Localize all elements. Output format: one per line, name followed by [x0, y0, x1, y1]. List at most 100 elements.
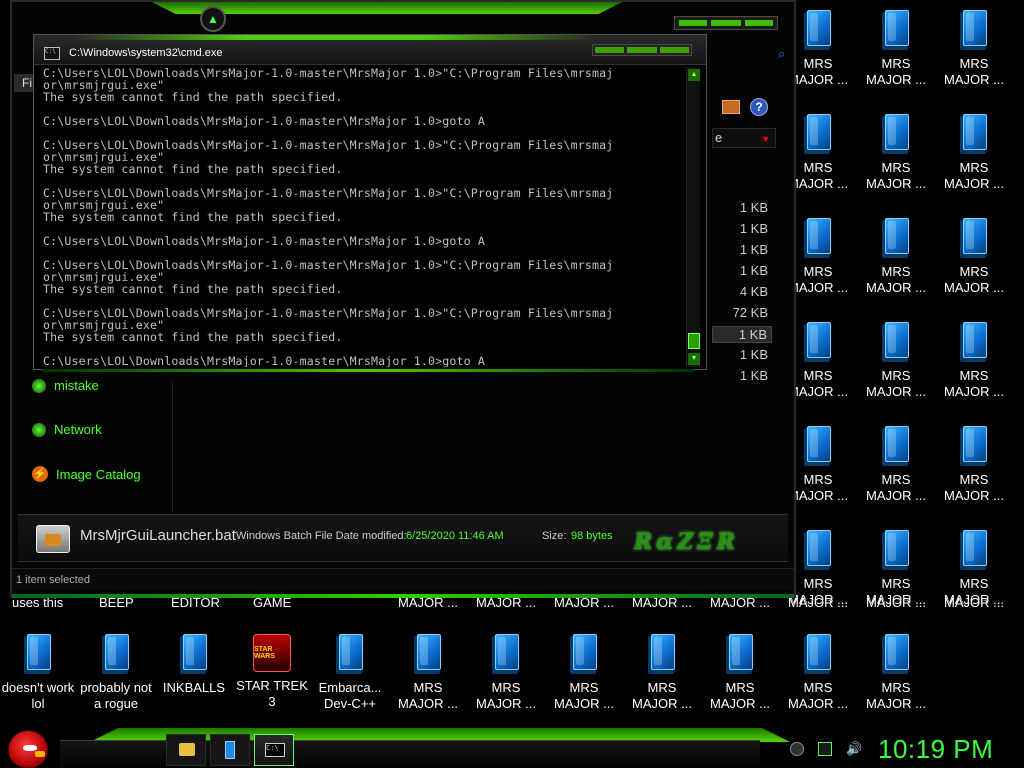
desktop-icon-label: MRS MAJOR ...	[398, 680, 458, 711]
explorer-window-controls[interactable]	[674, 16, 778, 30]
search-icon[interactable]: ⌕	[778, 46, 785, 62]
desktop-icon[interactable]: MRS MAJOR ...	[624, 624, 700, 720]
file-size-cell[interactable]: 1 KB	[712, 368, 772, 383]
desktop-icon[interactable]: MRS MAJOR ...	[780, 624, 856, 720]
start-button[interactable]	[8, 730, 48, 768]
file-size-cell[interactable]: 1 KB	[712, 221, 772, 236]
desktop-icon[interactable]: MRS MAJOR ...	[936, 208, 1012, 304]
console-line: The system cannot find the path specifie…	[43, 282, 343, 296]
clock[interactable]: 10:19 PM	[878, 734, 993, 765]
file-icon	[726, 634, 754, 674]
file-icon	[960, 218, 988, 258]
chevron-down-icon: ▼	[761, 134, 770, 144]
cmd-titlebar[interactable]: C:\ C:\Windows\system32\cmd.exe	[34, 35, 706, 65]
desktop-icon[interactable]: MRS MAJOR ...	[390, 624, 466, 720]
scroll-thumb[interactable]	[688, 333, 700, 349]
maximize-button[interactable]	[627, 47, 657, 53]
file-icon	[336, 634, 364, 674]
desktop-icon-label: MRS MAJOR ...	[554, 680, 614, 711]
desktop-icon[interactable]: MRS MAJOR ...	[936, 312, 1012, 408]
desktop-icon[interactable]: probably not a rogue	[78, 624, 154, 720]
desktop-icon[interactable]: MRS MAJOR ...	[546, 624, 622, 720]
desktop-icon-label: MRS MAJOR ...	[944, 368, 1004, 399]
desktop-icon-label[interactable]: MAJOR ...	[866, 595, 926, 610]
desktop-icon[interactable]: MRS MAJOR ...	[468, 624, 544, 720]
desktop-icon-label[interactable]: MAJOR ...	[788, 595, 848, 610]
batch-file-icon	[36, 525, 70, 553]
console-line: The system cannot find the path specifie…	[43, 210, 343, 224]
close-button[interactable]	[745, 20, 773, 26]
desktop-icon[interactable]: MRS MAJOR ...	[858, 624, 934, 720]
file-icon	[492, 634, 520, 674]
taskbar-explorer-button[interactable]	[166, 734, 206, 766]
file-icon	[570, 634, 598, 674]
minimize-button[interactable]	[679, 20, 707, 26]
close-button[interactable]	[659, 47, 689, 53]
file-icon	[882, 10, 910, 50]
desktop-icon-label: MRS MAJOR ...	[866, 56, 926, 87]
file-icon	[804, 426, 832, 466]
cmd-scrollbar[interactable]: ▲ ▼	[686, 67, 700, 367]
file-size-cell[interactable]: 1 KB	[712, 326, 772, 343]
desktop-icon[interactable]: MRS MAJOR ...	[702, 624, 778, 720]
cmd-window-controls[interactable]	[592, 44, 692, 56]
mail-icon[interactable]	[722, 100, 740, 114]
explorer-bottom-accent	[12, 594, 794, 598]
desktop-icon-label: MRS MAJOR ...	[866, 472, 926, 503]
volume-icon[interactable]: 🔊	[846, 742, 862, 756]
file-size-cell[interactable]: 1 KB	[712, 263, 772, 278]
desktop-icon[interactable]: MRS MAJOR ...	[936, 0, 1012, 96]
desktop-icon[interactable]: MRS MAJOR ...	[858, 104, 934, 200]
desktop-icon[interactable]: MRS MAJOR ...	[936, 104, 1012, 200]
console-output[interactable]: C:\Users\LOL\Downloads\MrsMajor-1.0-mast…	[43, 67, 691, 367]
file-size-cell[interactable]: 1 KB	[712, 200, 772, 215]
file-size-cell[interactable]: 1 KB	[712, 347, 772, 362]
minimize-button[interactable]	[595, 47, 625, 53]
file-icon	[24, 634, 52, 674]
desktop-icon-label: MRS MAJOR ...	[866, 368, 926, 399]
desktop-icon[interactable]: MRS MAJOR ...	[858, 0, 934, 96]
file-icon	[960, 426, 988, 466]
razer-logo: RαZΞR	[634, 529, 740, 555]
desktop-icon[interactable]: MRS MAJOR ...	[858, 208, 934, 304]
pane-divider[interactable]	[172, 382, 173, 512]
desktop-icon-star-trek[interactable]: STAR WARS STAR TREK 3	[234, 624, 310, 720]
sidebar-item-image-catalog[interactable]: ⚡ Image Catalog	[32, 466, 141, 482]
file-size-cell[interactable]: 1 KB	[712, 242, 772, 257]
desktop-icon[interactable]: Embarca... Dev-C++	[312, 624, 388, 720]
file-size-cell[interactable]: 4 KB	[712, 284, 772, 299]
desktop-icon-label: STAR TREK 3	[236, 678, 308, 709]
desktop-icon-label[interactable]: MAJOR ...	[944, 595, 1004, 610]
sidebar-item-label: mistake	[54, 378, 99, 393]
network-tray-icon[interactable]	[818, 742, 832, 756]
desktop-icon-label: probably not a rogue	[80, 680, 152, 711]
sort-dropdown[interactable]: e ▼	[712, 128, 776, 148]
desktop-icon[interactable]: MRS MAJOR ...	[858, 416, 934, 512]
scroll-up-icon[interactable]: ▲	[688, 69, 700, 81]
desktop-icon[interactable]: INKBALLS	[156, 624, 232, 720]
file-icon	[804, 322, 832, 362]
taskbar-bar	[60, 740, 760, 768]
file-icon	[960, 114, 988, 154]
desktop-icon[interactable]: doesn't work lol	[0, 624, 76, 720]
size-label: Size:	[542, 530, 567, 542]
emblem-icon: ▲	[200, 6, 226, 32]
taskbar-file-button[interactable]	[210, 734, 250, 766]
desktop-icon[interactable]: MRS MAJOR ...	[858, 312, 934, 408]
sidebar-item-mistake[interactable]: mistake	[32, 378, 99, 393]
cmd-window[interactable]: C:\ C:\Windows\system32\cmd.exe C:\Users…	[33, 34, 707, 372]
details-pane: MrsMjrGuiLauncher.bat Windows Batch File…	[18, 514, 788, 562]
scroll-down-icon[interactable]: ▼	[688, 353, 700, 365]
desktop-icon[interactable]: MRS MAJOR ...	[936, 416, 1012, 512]
file-icon	[960, 10, 988, 50]
help-icon[interactable]: ?	[750, 98, 768, 116]
maximize-button[interactable]	[711, 20, 741, 26]
game-icon: STAR WARS	[253, 634, 291, 672]
sidebar-item-network[interactable]: Network	[32, 422, 102, 437]
cmd-icon: C:\	[44, 47, 60, 60]
back-arrow-icon[interactable]	[790, 742, 804, 756]
console-line: The system cannot find the path specifie…	[43, 90, 343, 104]
desktop-icon-label: MRS MAJOR ...	[944, 160, 1004, 191]
file-size-cell[interactable]: 72 KB	[712, 305, 772, 320]
taskbar-cmd-button[interactable]: C:\	[254, 734, 294, 766]
